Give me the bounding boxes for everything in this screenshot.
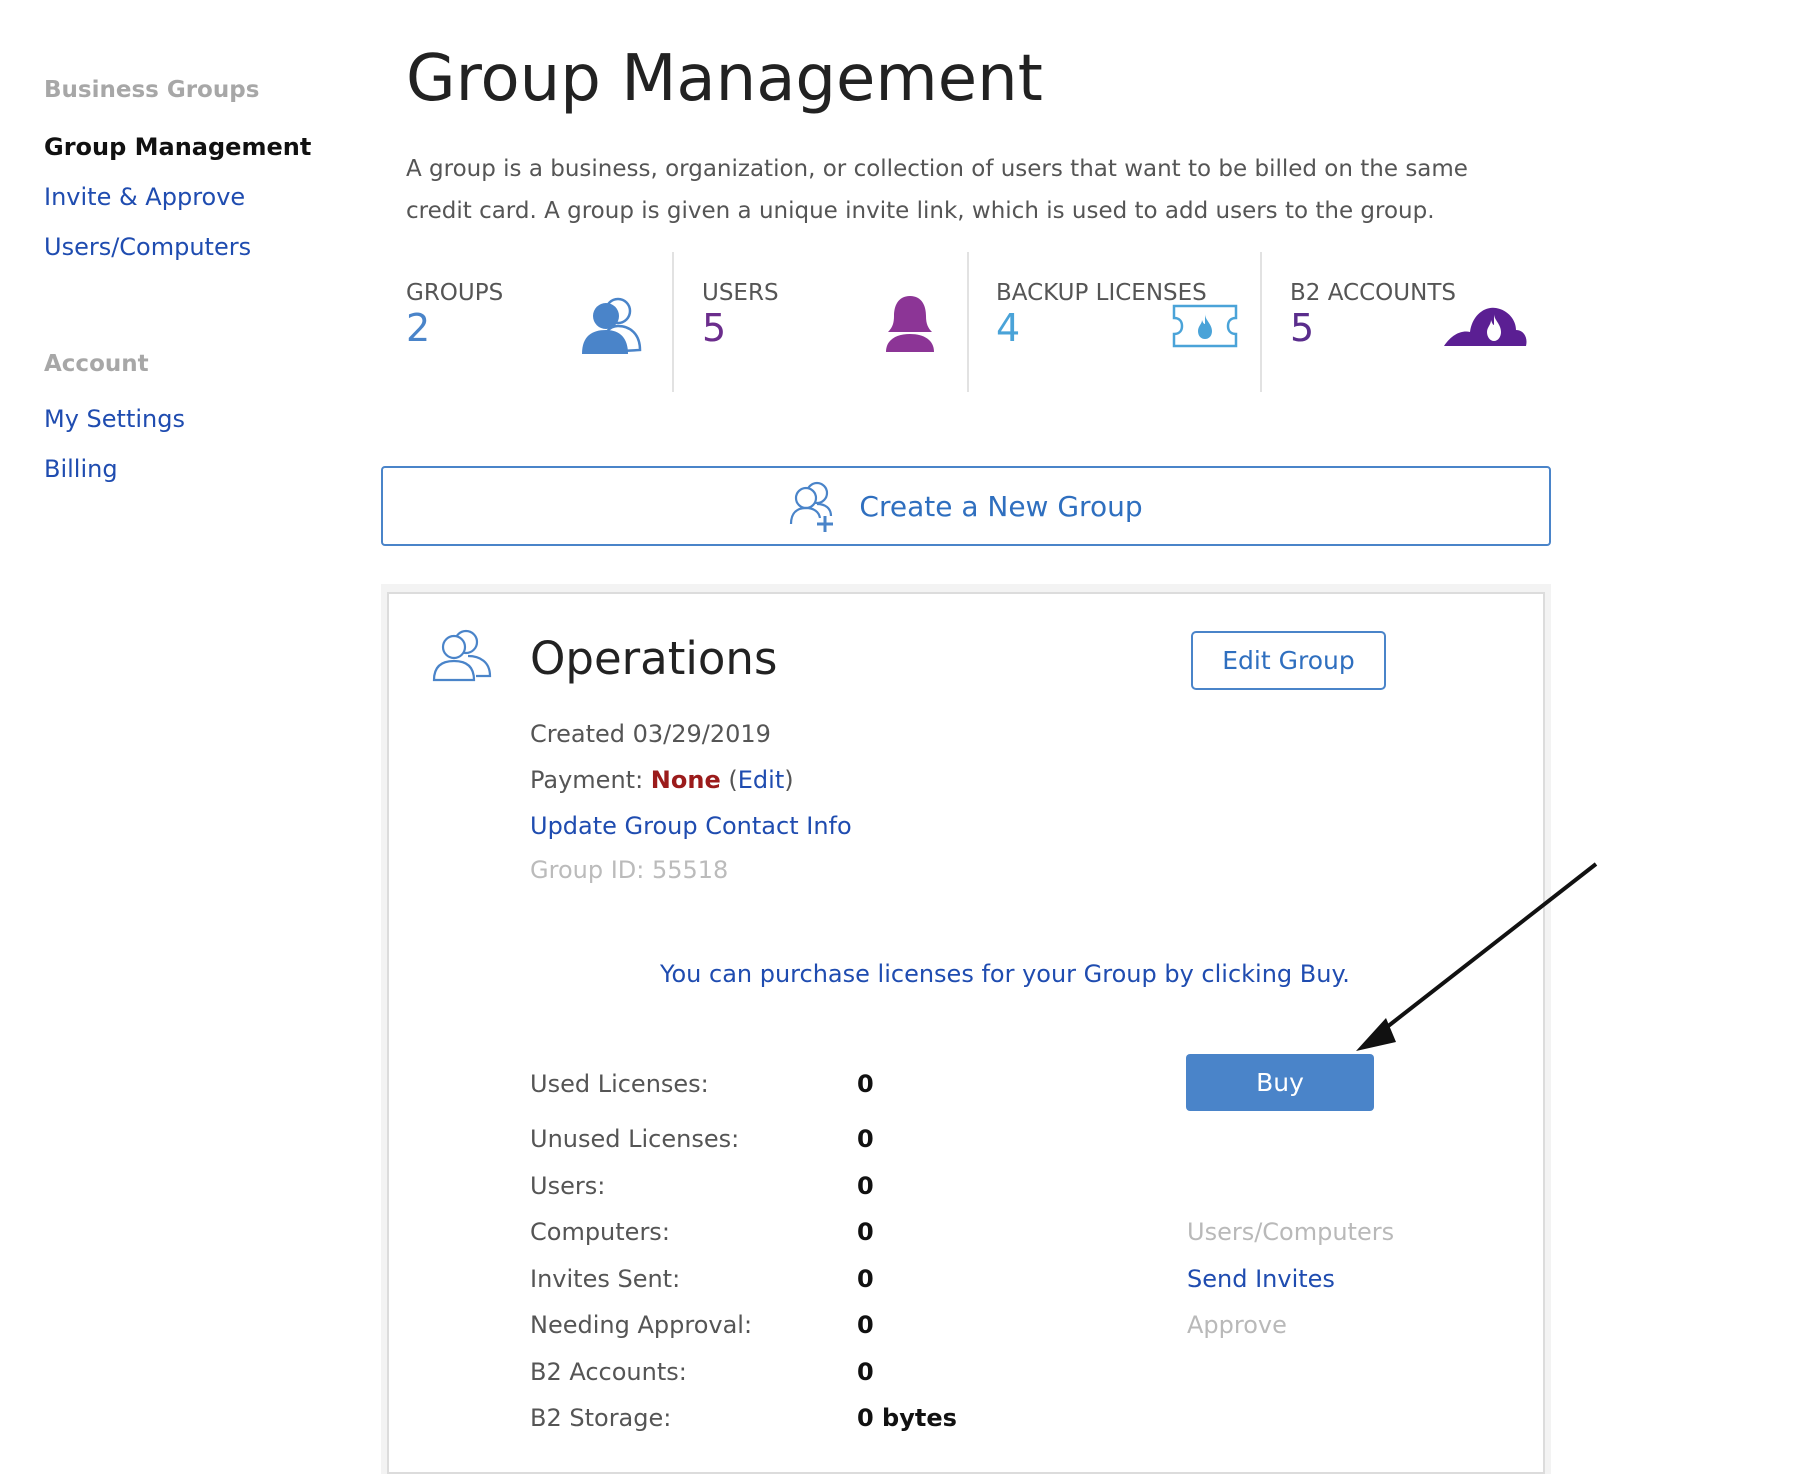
stat-divider (967, 252, 969, 392)
stats-bar: GROUPS 2 USERS 5 BACKUP LICENSES 4 B2 AC… (406, 252, 1527, 392)
sidebar-item-billing[interactable]: Billing (44, 444, 344, 494)
row-label-needing-approval: Needing Approval: (530, 1311, 753, 1339)
group-name: Operations (530, 632, 778, 685)
payment-edit-link[interactable]: Edit (738, 766, 784, 794)
users-computers-link: Users/Computers (1187, 1218, 1395, 1246)
group-icon (432, 629, 492, 682)
payment-line: Payment: None (Edit) (530, 766, 794, 794)
row-value-computers: 0 (857, 1218, 874, 1246)
paren-open: ( (728, 766, 738, 794)
row-value-used-licenses: 0 (857, 1070, 874, 1098)
stat-b2-accounts: B2 ACCOUNTS 5 (1290, 252, 1540, 392)
stat-value: 5 (702, 306, 727, 350)
stat-divider (1260, 252, 1262, 392)
sidebar-heading-business-groups: Business Groups (44, 77, 260, 103)
row-label-b2-storage: B2 Storage: (530, 1404, 672, 1432)
row-value-users: 0 (857, 1172, 874, 1200)
stat-label: USERS (702, 280, 779, 306)
stat-value: 4 (996, 306, 1021, 350)
page-description: A group is a business, organization, or … (406, 156, 1468, 224)
stat-groups: GROUPS 2 (406, 252, 696, 392)
approve-link: Approve (1187, 1311, 1287, 1339)
stat-users: USERS 5 (702, 252, 992, 392)
row-label-b2-accounts: B2 Accounts: (530, 1358, 687, 1386)
row-value-needing-approval: 0 (857, 1311, 874, 1339)
create-group-button[interactable]: Create a New Group (381, 466, 1551, 546)
sidebar-item-group-management[interactable]: Group Management (44, 122, 344, 172)
paren-close: ) (784, 766, 794, 794)
stat-label: BACKUP LICENSES (996, 280, 1207, 306)
user-icon (886, 296, 934, 352)
groups-icon (582, 297, 642, 354)
row-value-b2-storage: 0 bytes (857, 1404, 957, 1432)
created-date: Created 03/29/2019 (530, 720, 771, 748)
create-group-label: Create a New Group (859, 489, 1143, 523)
group-id: Group ID: 55518 (530, 856, 729, 884)
send-invites-link[interactable]: Send Invites (1187, 1265, 1335, 1293)
row-value-invites-sent: 0 (857, 1265, 874, 1293)
buy-message: You can purchase licenses for your Group… (660, 960, 1350, 988)
sidebar: Business Groups Group Management Invite … (44, 70, 344, 494)
row-label-computers: Computers: (530, 1218, 670, 1246)
add-group-icon (790, 481, 834, 532)
update-contact-link[interactable]: Update Group Contact Info (530, 812, 852, 840)
row-label-used-licenses: Used Licenses: (530, 1070, 709, 1098)
stat-backup-licenses: BACKUP LICENSES 4 (996, 252, 1296, 392)
sidebar-item-my-settings[interactable]: My Settings (44, 394, 344, 444)
b2-cloud-icon (1444, 307, 1527, 346)
row-label-users: Users: (530, 1172, 606, 1200)
edit-group-button[interactable]: Edit Group (1191, 631, 1386, 690)
row-label-invites-sent: Invites Sent: (530, 1265, 681, 1293)
payment-status: None (650, 766, 721, 794)
page-title: Group Management (406, 42, 1043, 116)
row-value-unused-licenses: 0 (857, 1125, 874, 1153)
license-ticket-icon (1172, 304, 1238, 348)
row-value-b2-accounts: 0 (857, 1358, 874, 1386)
payment-label: Payment: (530, 766, 644, 794)
row-label-unused-licenses: Unused Licenses: (530, 1125, 740, 1153)
sidebar-heading-account: Account (44, 351, 149, 377)
stat-label: GROUPS (406, 280, 504, 306)
sidebar-item-invite-approve[interactable]: Invite & Approve (44, 172, 344, 222)
annotation-arrow (1356, 862, 1598, 1051)
sidebar-item-users-computers[interactable]: Users/Computers (44, 222, 344, 272)
stat-divider (672, 252, 674, 392)
stat-value: 2 (406, 306, 431, 350)
